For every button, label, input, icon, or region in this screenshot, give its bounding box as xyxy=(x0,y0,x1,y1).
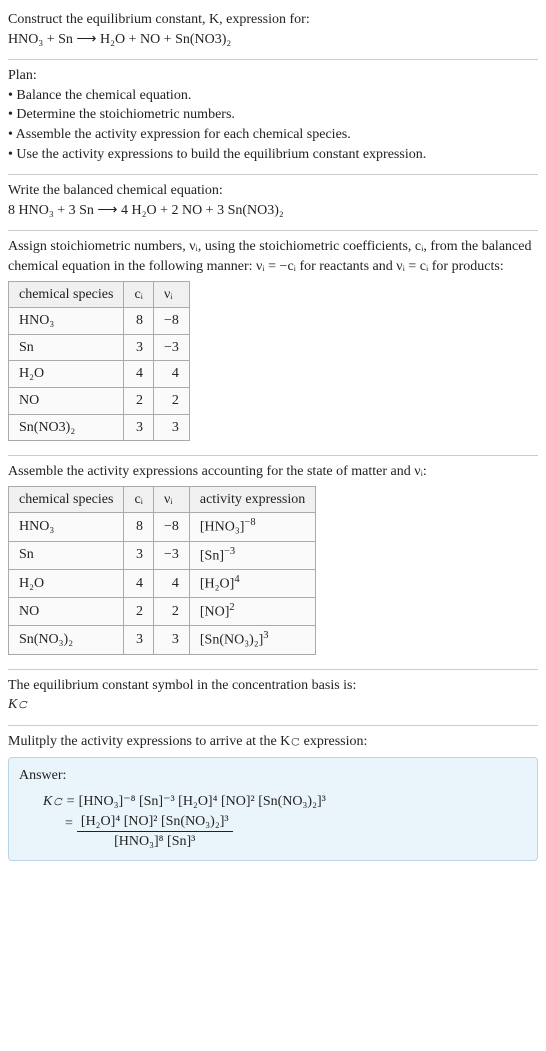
cell-species: H₂O xyxy=(9,569,124,597)
cell-vi: 3 xyxy=(153,414,189,441)
col-ci: cᵢ xyxy=(124,486,154,513)
symbol-section: The equilibrium constant symbol in the c… xyxy=(8,670,538,726)
plan-item-0: • Balance the chemical equation. xyxy=(8,86,538,106)
cell-species: Sn xyxy=(9,541,124,569)
cell-species: Sn(NO₃)₂ xyxy=(9,626,124,654)
table-row: Sn 3 −3 xyxy=(9,334,190,361)
symbol-kc: K𝚌 xyxy=(8,695,538,715)
cell-ci: 3 xyxy=(124,541,154,569)
activity-heading: Assemble the activity expressions accoun… xyxy=(8,462,538,482)
answer-box: Answer: K𝚌 = [HNO₃]⁻⁸ [Sn]⁻³ [H₂O]⁴ [NO]… xyxy=(8,757,538,860)
table-row: Sn(NO₃)₂ 3 3 [Sn(NO₃)₂]3 xyxy=(9,626,316,654)
plan-item-3: • Use the activity expressions to build … xyxy=(8,145,538,165)
activity-table: chemical species cᵢ νᵢ activity expressi… xyxy=(8,486,316,655)
table-row: H₂O 4 4 xyxy=(9,361,190,388)
table-row: Sn(NO3)₂ 3 3 xyxy=(9,414,190,441)
table-row: H₂O 4 4 [H₂O]4 xyxy=(9,569,316,597)
multiply-heading: Mulitply the activity expressions to arr… xyxy=(8,732,538,752)
fraction-numerator: [H₂O]⁴ [NO]² [Sn(NO₃)₂]³ xyxy=(77,812,233,833)
col-ci: cᵢ xyxy=(124,281,154,308)
cell-ci: 2 xyxy=(124,598,154,626)
expr-exp: 2 xyxy=(229,602,234,613)
plan-item-2: • Assemble the activity expression for e… xyxy=(8,125,538,145)
cell-ci: 8 xyxy=(124,308,154,335)
cell-vi: 4 xyxy=(153,569,189,597)
cell-expr: [NO]2 xyxy=(189,598,315,626)
cell-vi: 3 xyxy=(153,626,189,654)
cell-ci: 3 xyxy=(124,334,154,361)
table-row: HNO₃ 8 −8 [HNO₃]−8 xyxy=(9,513,316,541)
col-vi: νᵢ xyxy=(153,486,189,513)
kc-prefix: K𝚌 = xyxy=(43,794,79,809)
expr-exp: −3 xyxy=(224,546,235,557)
activity-section: Assemble the activity expressions accoun… xyxy=(8,456,538,669)
expr-exp: −8 xyxy=(244,517,255,528)
cell-vi: −8 xyxy=(153,308,189,335)
table-header-row: chemical species cᵢ νᵢ xyxy=(9,281,190,308)
cell-expr: [Sn]−3 xyxy=(189,541,315,569)
balanced-heading: Write the balanced chemical equation: xyxy=(8,181,538,201)
cell-vi: 4 xyxy=(153,361,189,388)
answer-eq: = xyxy=(65,812,73,834)
cell-expr: [Sn(NO₃)₂]3 xyxy=(189,626,315,654)
balanced-equation: 8 HNO₃ + 3 Sn ⟶ 4 H₂O + 2 NO + 3 Sn(NO3)… xyxy=(8,201,538,221)
answer-flat-line: K𝚌 = [HNO₃]⁻⁸ [Sn]⁻³ [H₂O]⁴ [NO]² [Sn(NO… xyxy=(43,792,527,812)
cell-species: NO xyxy=(9,387,124,414)
cell-species: Sn xyxy=(9,334,124,361)
col-vi: νᵢ xyxy=(153,281,189,308)
expr-base: [HNO₃] xyxy=(200,520,245,535)
cell-expr: [HNO₃]−8 xyxy=(189,513,315,541)
cell-ci: 8 xyxy=(124,513,154,541)
balanced-section: Write the balanced chemical equation: 8 … xyxy=(8,175,538,231)
cell-vi: −3 xyxy=(153,334,189,361)
stoich-section: Assign stoichiometric numbers, νᵢ, using… xyxy=(8,231,538,456)
table-row: NO 2 2 [NO]2 xyxy=(9,598,316,626)
cell-species: HNO₃ xyxy=(9,513,124,541)
stoich-table: chemical species cᵢ νᵢ HNO₃ 8 −8 Sn 3 −3… xyxy=(8,281,190,442)
cell-expr: [H₂O]4 xyxy=(189,569,315,597)
col-species: chemical species xyxy=(9,281,124,308)
plan-item-1: • Determine the stoichiometric numbers. xyxy=(8,105,538,125)
cell-species: NO xyxy=(9,598,124,626)
expr-exp: 4 xyxy=(234,574,239,585)
plan-heading: Plan: xyxy=(8,66,538,86)
cell-ci: 4 xyxy=(124,361,154,388)
answer-body: K𝚌 = [HNO₃]⁻⁸ [Sn]⁻³ [H₂O]⁴ [NO]² [Sn(NO… xyxy=(19,792,527,852)
intro-equation: HNO₃ + Sn ⟶ H₂O + NO + Sn(NO3)₂ xyxy=(8,30,538,50)
cell-ci: 3 xyxy=(124,626,154,654)
expr-base: [H₂O] xyxy=(200,576,234,591)
expr-exp: 3 xyxy=(263,630,268,641)
table-row: Sn 3 −3 [Sn]−3 xyxy=(9,541,316,569)
symbol-line1: The equilibrium constant symbol in the c… xyxy=(8,676,538,696)
expr-base: [Sn] xyxy=(200,548,224,563)
table-row: HNO₃ 8 −8 xyxy=(9,308,190,335)
col-species: chemical species xyxy=(9,486,124,513)
cell-ci: 2 xyxy=(124,387,154,414)
cell-vi: −3 xyxy=(153,541,189,569)
cell-vi: 2 xyxy=(153,387,189,414)
expr-base: [Sn(NO₃)₂] xyxy=(200,633,263,648)
cell-vi: 2 xyxy=(153,598,189,626)
answer-fraction: [H₂O]⁴ [NO]² [Sn(NO₃)₂]³ [HNO₃]⁸ [Sn]³ xyxy=(77,812,233,852)
col-expr: activity expression xyxy=(189,486,315,513)
answer-frac-line: = [H₂O]⁴ [NO]² [Sn(NO₃)₂]³ [HNO₃]⁸ [Sn]³ xyxy=(65,812,527,852)
cell-species: H₂O xyxy=(9,361,124,388)
cell-species: HNO₃ xyxy=(9,308,124,335)
cell-species: Sn(NO3)₂ xyxy=(9,414,124,441)
multiply-section: Mulitply the activity expressions to arr… xyxy=(8,726,538,871)
cell-vi: −8 xyxy=(153,513,189,541)
table-header-row: chemical species cᵢ νᵢ activity expressi… xyxy=(9,486,316,513)
plan-section: Plan: • Balance the chemical equation. •… xyxy=(8,60,538,175)
kc-text: K𝚌 xyxy=(8,697,27,712)
expr-base: [NO] xyxy=(200,605,230,620)
cell-ci: 3 xyxy=(124,414,154,441)
answer-flat: [HNO₃]⁻⁸ [Sn]⁻³ [H₂O]⁴ [NO]² [Sn(NO₃)₂]³ xyxy=(79,794,326,809)
intro-section: Construct the equilibrium constant, K, e… xyxy=(8,4,538,60)
fraction-denominator: [HNO₃]⁸ [Sn]³ xyxy=(77,832,233,852)
table-row: NO 2 2 xyxy=(9,387,190,414)
intro-line1: Construct the equilibrium constant, K, e… xyxy=(8,10,538,30)
cell-ci: 4 xyxy=(124,569,154,597)
stoich-heading: Assign stoichiometric numbers, νᵢ, using… xyxy=(8,237,538,276)
answer-label: Answer: xyxy=(19,766,527,786)
